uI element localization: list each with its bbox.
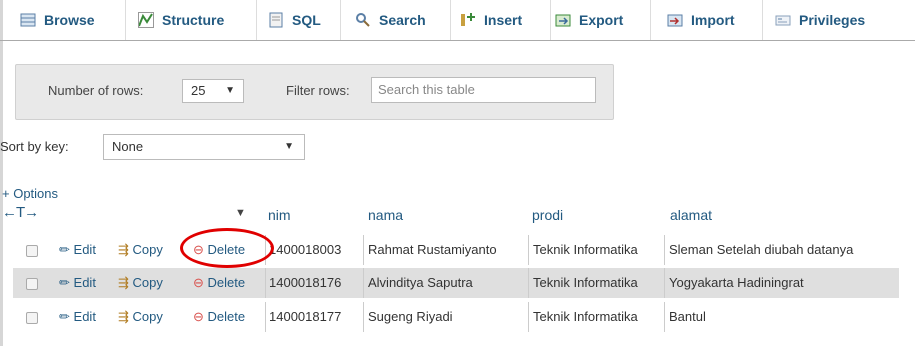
table-navigation-panel: Number of rows: 25 ▼ Filter rows: Search… — [15, 64, 614, 120]
table-row: ✏ Edit ⇶ Copy ⊖ Delete 1400018003 Rahmat… — [13, 235, 899, 265]
tab-label: Privileges — [799, 12, 866, 28]
tab-search[interactable]: Search — [355, 0, 451, 40]
tab-sql[interactable]: SQL — [268, 0, 341, 40]
delete-icon: ⊖ — [193, 309, 204, 324]
copy-button[interactable]: ⇶ Copy — [118, 309, 163, 325]
dropdown-arrow-icon: ▼ — [225, 85, 235, 96]
cell-nama: Sugeng Riyadi — [368, 309, 453, 324]
sort-select-value: None — [112, 139, 144, 154]
column-divider — [363, 302, 364, 332]
filter-rows-input[interactable]: Search this table — [371, 77, 596, 103]
copy-button[interactable]: ⇶ Copy — [118, 242, 163, 258]
tab-label: Export — [579, 12, 624, 28]
table-row: ✏ Edit ⇶ Copy ⊖ Delete 1400018176 Alvind… — [13, 268, 899, 298]
column-header-prodi[interactable]: prodi — [532, 207, 563, 223]
cell-nim: 1400018003 — [269, 242, 342, 257]
highlight-circle — [180, 228, 274, 268]
column-arrows-icon[interactable]: ←T→ — [2, 204, 39, 221]
edit-button[interactable]: ✏ Edit — [59, 309, 96, 325]
insert-icon — [460, 12, 476, 28]
sql-icon — [268, 12, 284, 28]
sort-by-key-label: Sort by key: — [0, 139, 69, 154]
copy-icon: ⇶ — [118, 275, 129, 290]
edit-button[interactable]: ✏ Edit — [59, 242, 96, 258]
column-divider — [528, 268, 529, 298]
tab-label: Structure — [162, 12, 225, 28]
row-checkbox[interactable] — [26, 312, 38, 324]
tab-label: Search — [379, 12, 426, 28]
rows-select[interactable]: 25 ▼ — [182, 79, 244, 103]
tab-privileges[interactable]: Privileges — [775, 0, 915, 40]
delete-button[interactable]: ⊖ Delete — [193, 275, 245, 291]
row-checkbox[interactable] — [26, 278, 38, 290]
column-divider — [664, 302, 665, 332]
cell-alamat: Yogyakarta Hadiningrat — [669, 275, 804, 290]
tab-label: Import — [691, 12, 735, 28]
copy-icon: ⇶ — [118, 309, 129, 324]
filter-label: Filter rows: — [286, 83, 350, 98]
cell-alamat: Bantul — [669, 309, 706, 324]
tab-bar: Browse Structure SQL Search Insert Expor… — [0, 0, 915, 41]
tab-browse[interactable]: Browse — [20, 0, 126, 40]
copy-label: Copy — [132, 242, 163, 257]
structure-icon — [138, 12, 154, 28]
dropdown-arrow-icon: ▼ — [284, 141, 294, 152]
pencil-icon: ✏ — [59, 242, 70, 257]
column-header-nim[interactable]: nim — [268, 207, 291, 223]
delete-icon: ⊖ — [193, 275, 204, 290]
column-header-alamat[interactable]: alamat — [670, 207, 712, 223]
tab-insert[interactable]: Insert — [460, 0, 551, 40]
edit-label: Edit — [73, 242, 96, 257]
row-checkbox[interactable] — [26, 245, 38, 257]
cell-nama: Rahmat Rustamiyanto — [368, 242, 497, 257]
cell-prodi: Teknik Informatika — [533, 242, 638, 257]
import-icon — [667, 12, 683, 28]
tab-import[interactable]: Import — [667, 0, 763, 40]
cell-alamat: Sleman Setelah diubah datanya — [669, 242, 854, 257]
tab-export[interactable]: Export — [555, 0, 651, 40]
copy-label: Copy — [132, 309, 163, 324]
left-border — [0, 0, 3, 346]
column-divider — [528, 302, 529, 332]
tab-label: SQL — [292, 12, 321, 28]
copy-label: Copy — [132, 275, 163, 290]
column-divider — [265, 268, 266, 298]
export-icon — [555, 12, 571, 28]
rows-select-value: 25 — [191, 83, 206, 98]
browse-icon — [20, 12, 36, 28]
delete-button[interactable]: ⊖ Delete — [193, 309, 245, 325]
delete-label: Delete — [207, 275, 246, 290]
sort-by-key-select[interactable]: None ▼ — [103, 134, 305, 160]
edit-button[interactable]: ✏ Edit — [59, 275, 96, 291]
cell-nim: 1400018176 — [269, 275, 342, 290]
cell-nama: Alvinditya Saputra — [368, 275, 473, 290]
table-row: ✏ Edit ⇶ Copy ⊖ Delete 1400018177 Sugeng… — [13, 302, 899, 332]
edit-label: Edit — [73, 275, 96, 290]
pencil-icon: ✏ — [59, 309, 70, 324]
options-link[interactable]: + Options — [2, 186, 58, 201]
copy-icon: ⇶ — [118, 242, 129, 257]
column-divider — [664, 235, 665, 265]
tab-structure[interactable]: Structure — [138, 0, 257, 40]
cell-nim: 1400018177 — [269, 309, 342, 324]
column-divider — [363, 235, 364, 265]
privileges-icon — [775, 12, 791, 28]
column-divider — [265, 302, 266, 332]
column-divider — [363, 268, 364, 298]
copy-button[interactable]: ⇶ Copy — [118, 275, 163, 291]
delete-label: Delete — [207, 309, 246, 324]
tab-label: Insert — [484, 12, 523, 28]
edit-label: Edit — [73, 309, 96, 324]
sort-triangle-icon[interactable]: ▼ — [235, 207, 246, 219]
column-header-nama[interactable]: nama — [368, 207, 403, 223]
column-divider — [664, 268, 665, 298]
cell-prodi: Teknik Informatika — [533, 275, 638, 290]
rows-label: Number of rows: — [48, 83, 144, 98]
search-icon — [355, 12, 371, 28]
pencil-icon: ✏ — [59, 275, 70, 290]
column-divider — [528, 235, 529, 265]
tab-label: Browse — [44, 12, 95, 28]
cell-prodi: Teknik Informatika — [533, 309, 638, 324]
